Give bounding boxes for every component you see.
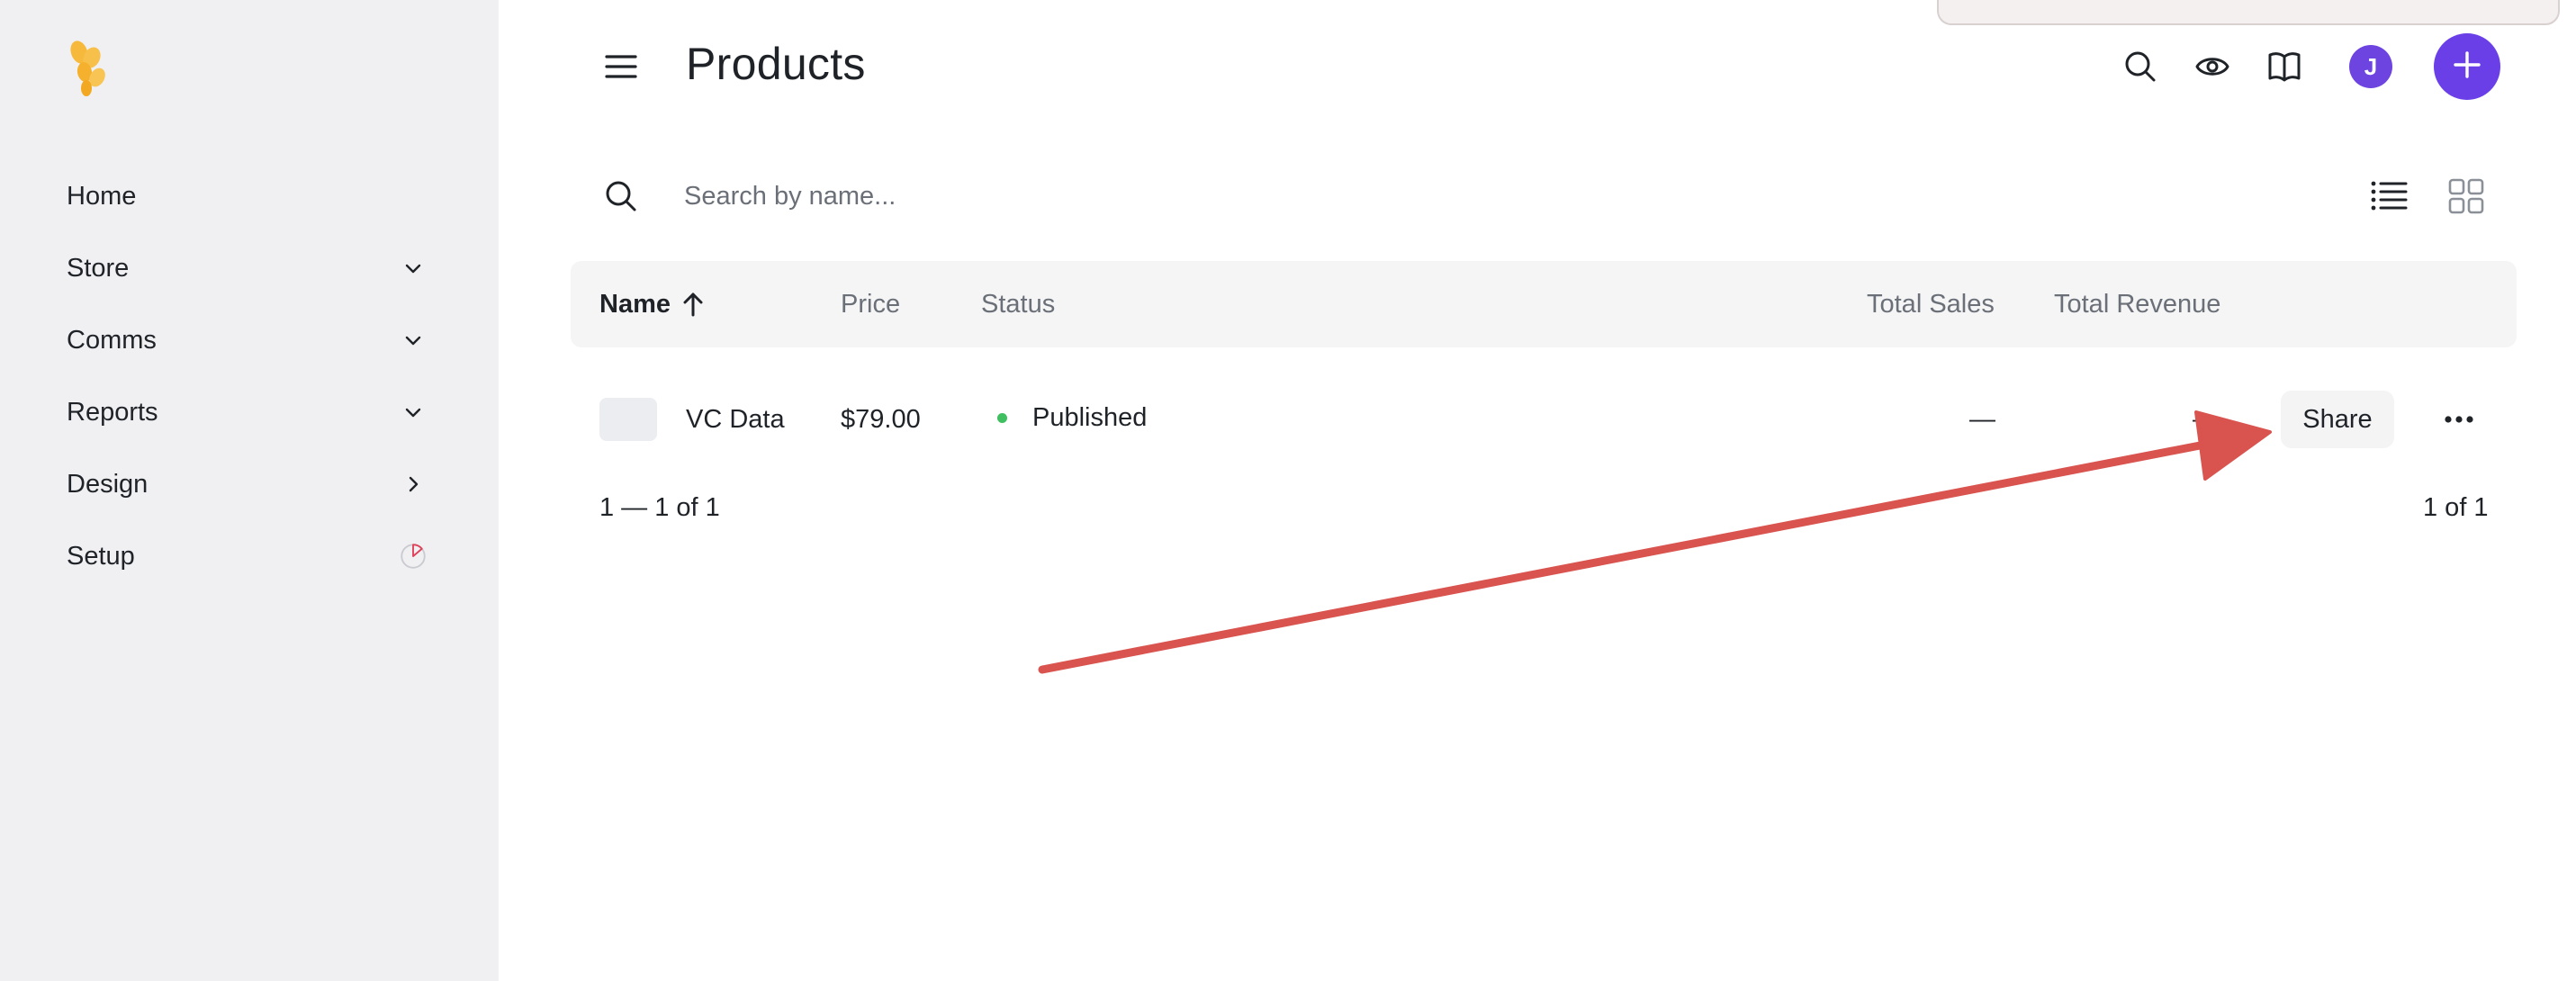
lemon-logo-icon[interactable]	[61, 40, 112, 97]
pagination-range: 1 — 1 of 1	[599, 493, 720, 522]
sidebar-item-label: Reports	[67, 397, 158, 427]
sidebar-item-label: Comms	[67, 325, 157, 355]
sidebar-item-reports[interactable]: Reports	[67, 387, 427, 437]
column-header-price[interactable]: Price	[841, 261, 900, 347]
menu-icon[interactable]	[599, 45, 643, 88]
search-icon[interactable]	[2119, 45, 2162, 88]
more-options-icon[interactable]	[2437, 400, 2481, 439]
sidebar-item-comms[interactable]: Comms	[67, 315, 427, 365]
product-total-revenue: —	[2193, 404, 2219, 434]
status-badge: Published	[997, 398, 1147, 437]
avatar[interactable]: J	[2349, 45, 2392, 88]
share-button[interactable]: Share	[2281, 391, 2394, 448]
sidebar: Home Store Comms Reports Design Setup	[0, 0, 499, 981]
list-view-icon[interactable]	[2365, 175, 2412, 218]
search-icon	[599, 175, 643, 218]
sidebar-item-setup[interactable]: Setup	[67, 531, 427, 581]
chevron-down-icon	[400, 255, 427, 282]
eye-icon[interactable]	[2191, 45, 2234, 88]
sidebar-item-design[interactable]: Design	[67, 459, 427, 509]
popup-edge	[1937, 0, 2560, 25]
status-label: Published	[1032, 402, 1148, 432]
add-product-button[interactable]	[2434, 33, 2500, 100]
sidebar-item-label: Setup	[67, 541, 135, 571]
product-total-sales: —	[1969, 404, 1995, 434]
sidebar-item-label: Store	[67, 253, 130, 283]
sidebar-item-store[interactable]: Store	[67, 243, 427, 293]
pagination-pages: 1 of 1	[2423, 493, 2489, 522]
sidebar-item-label: Design	[67, 469, 149, 499]
book-icon[interactable]	[2263, 45, 2306, 88]
status-dot-icon	[997, 412, 1007, 423]
product-thumbnail	[599, 398, 657, 441]
chevron-down-icon	[400, 399, 427, 426]
column-header-total-sales[interactable]: Total Sales	[1867, 261, 1995, 347]
product-name[interactable]: VC Data	[686, 400, 785, 439]
progress-ring-icon	[400, 543, 427, 570]
search-input[interactable]	[684, 176, 2034, 216]
column-header-total-revenue[interactable]: Total Revenue	[2054, 261, 2220, 347]
plus-icon	[2451, 49, 2483, 86]
chevron-down-icon	[400, 327, 427, 354]
column-header-name[interactable]: Name	[599, 261, 705, 347]
avatar-initial: J	[2364, 52, 2378, 80]
column-header-label: Name	[599, 289, 671, 319]
grid-view-icon[interactable]	[2443, 175, 2490, 218]
column-header-status[interactable]: Status	[981, 261, 1055, 347]
arrow-up-icon	[681, 291, 705, 318]
chevron-right-icon	[400, 471, 427, 498]
sidebar-item-home[interactable]: Home	[67, 171, 427, 221]
product-price: $79.00	[841, 404, 921, 434]
sidebar-item-label: Home	[67, 181, 137, 211]
page-title: Products	[686, 39, 866, 89]
